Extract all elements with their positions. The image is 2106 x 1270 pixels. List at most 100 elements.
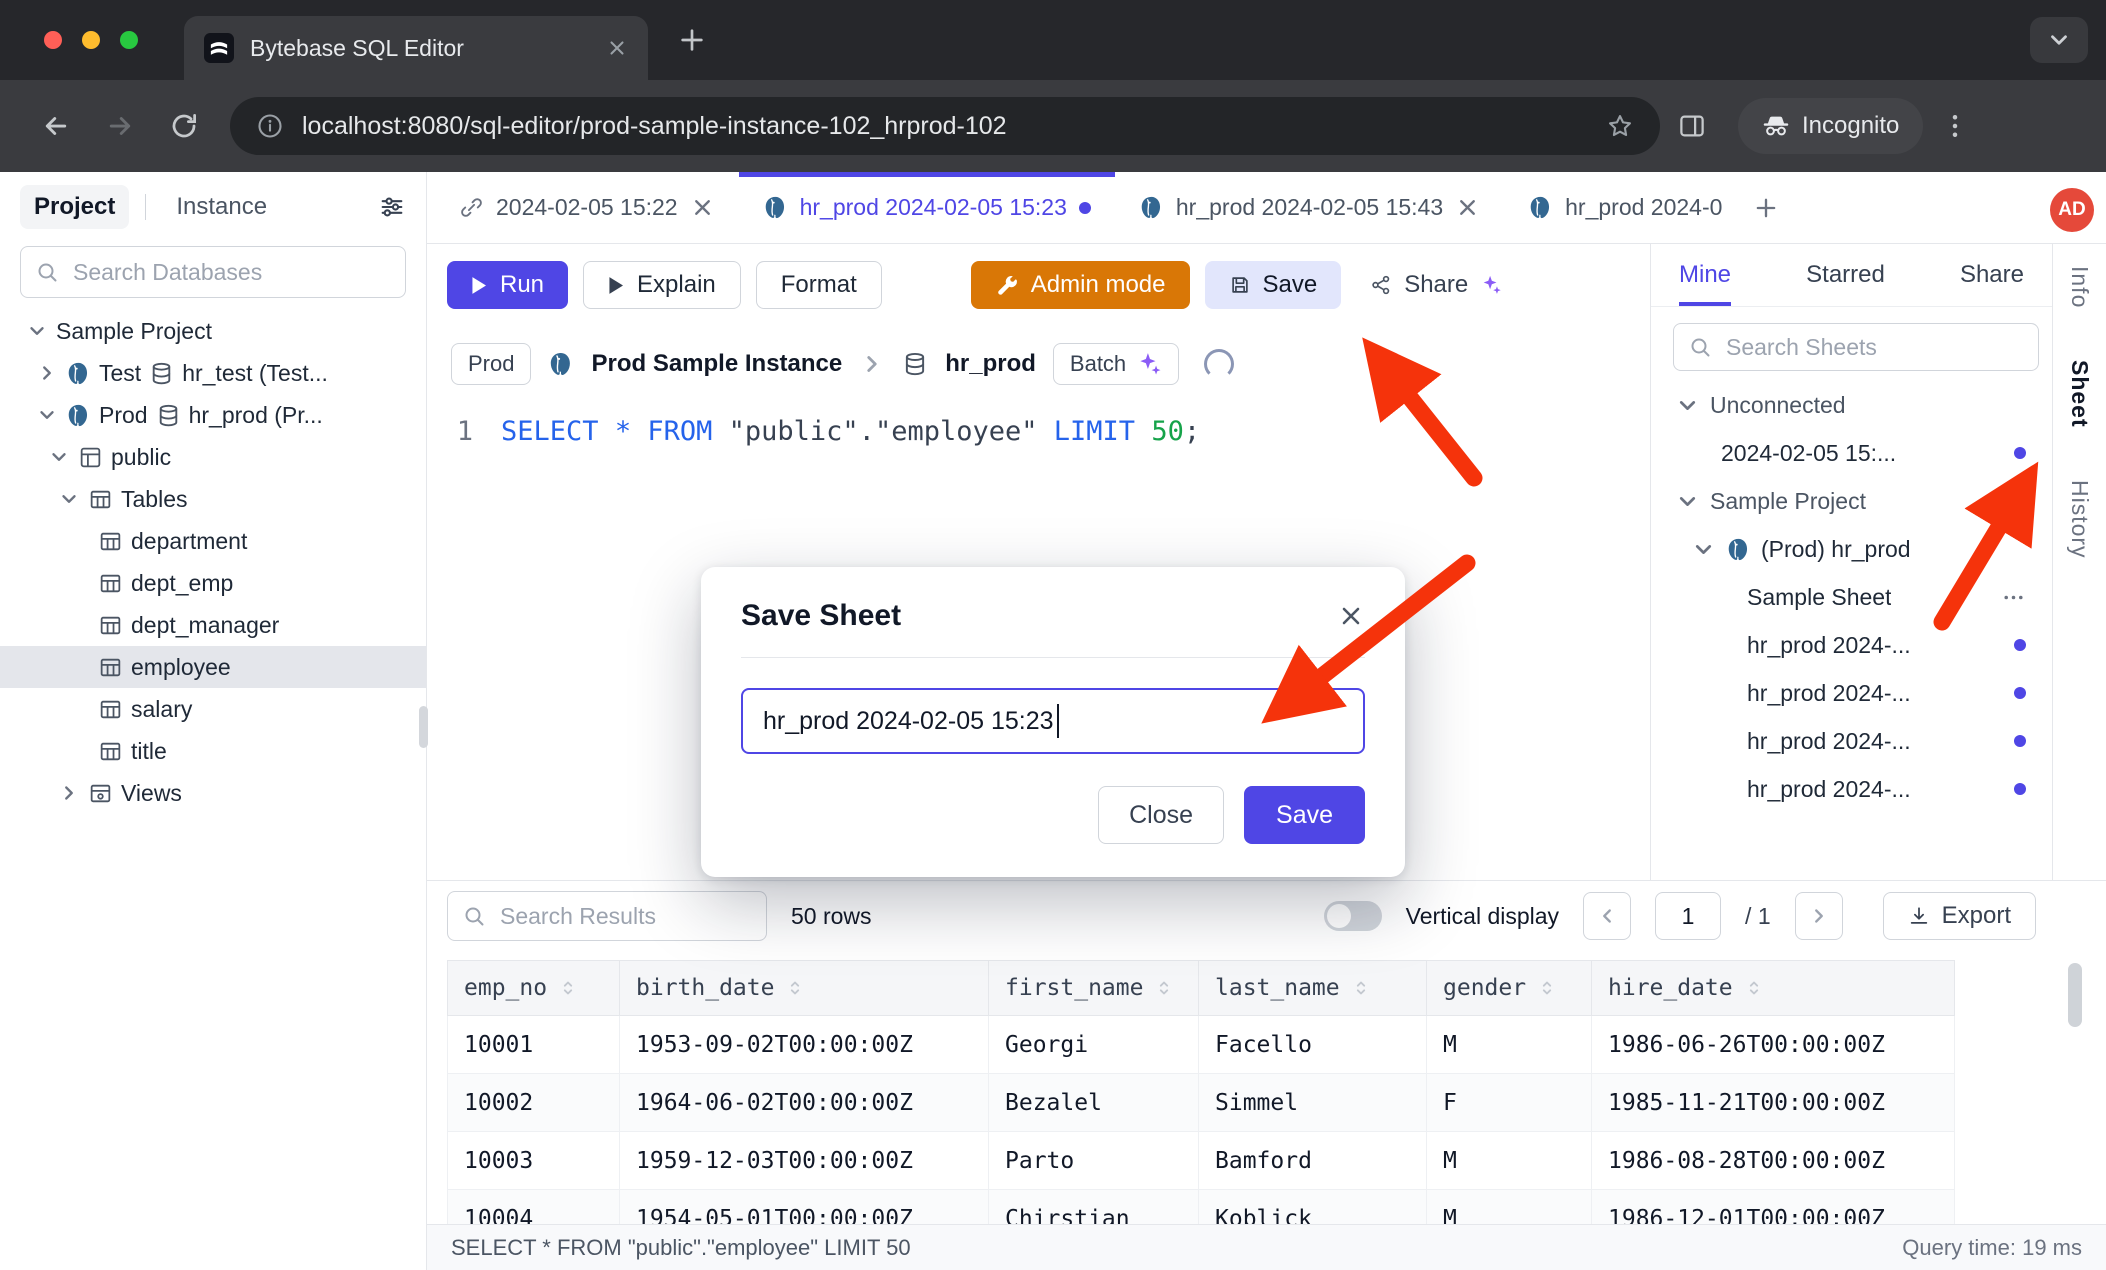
editor-tab[interactable]: hr_prod 2024-02-05 15:23 [739,172,1115,243]
run-button[interactable]: Run [447,261,568,309]
save-button[interactable]: Save [1205,261,1342,309]
sidebar-resize-handle[interactable] [419,706,428,748]
prev-page-button[interactable] [1583,892,1631,940]
maximize-window-button[interactable] [120,31,138,49]
new-sheet-button[interactable] [1752,194,1780,222]
sort-icon[interactable] [557,977,579,999]
close-dialog-icon[interactable] [1337,602,1365,630]
database-search-input[interactable] [71,258,391,287]
sheet-item-hr_prod 2024-...[interactable]: hr_prod 2024-... [1651,621,2052,669]
chevron-right-icon[interactable] [58,782,80,804]
editor-tab[interactable]: 2024-02-05 15:22 [435,172,739,243]
chevron-down-icon[interactable] [1675,393,1700,418]
close-tab-icon[interactable] [690,195,715,220]
sheet-search-input[interactable] [1724,333,2024,362]
reload-button[interactable] [169,111,199,141]
side-tab-Info[interactable]: Info [2066,266,2093,308]
column-header-last_name[interactable]: last_name [1199,961,1427,1015]
tab-search-button[interactable] [2030,17,2088,63]
column-header-gender[interactable]: gender [1427,961,1592,1015]
address-bar[interactable]: localhost:8080/sql-editor/prod-sample-in… [230,97,1660,155]
sheet-tab-Share[interactable]: Share [1960,244,2024,306]
export-button[interactable]: Export [1883,892,2036,940]
sort-icon[interactable] [1743,977,1765,999]
share-button[interactable]: Share [1356,261,1516,309]
browser-tab[interactable]: Bytebase SQL Editor [184,16,648,80]
vertical-scrollbar[interactable] [2068,963,2082,1027]
tree-item-Prod[interactable]: Prodhr_prod (Pr... [0,394,426,436]
sort-icon[interactable] [784,977,806,999]
side-tab-History[interactable]: History [2066,480,2093,559]
chevron-down-icon[interactable] [58,488,80,510]
column-header-emp_no[interactable]: emp_no [448,961,620,1015]
chevron-down-icon[interactable] [48,446,70,468]
sheet-tab-Starred[interactable]: Starred [1806,244,1885,306]
chevron-down-icon[interactable] [1675,489,1700,514]
close-tab-icon[interactable] [1455,195,1480,220]
results-search-input[interactable] [498,902,752,931]
side-panel-icon[interactable] [1677,111,1707,141]
table-row[interactable]: 100031959-12-03T00:00:00ZPartoBamfordM19… [448,1132,1955,1190]
column-header-first_name[interactable]: first_name [989,961,1199,1015]
sheet-item-hr_prod 2024-...[interactable]: hr_prod 2024-... [1651,717,2052,765]
next-page-button[interactable] [1795,892,1843,940]
new-tab-button[interactable] [676,24,708,56]
dialog-close-button[interactable]: Close [1098,786,1224,844]
explain-button[interactable]: Explain [583,261,741,309]
results-search[interactable] [447,891,767,941]
dialog-save-button[interactable]: Save [1244,786,1365,844]
chevron-right-icon[interactable] [36,362,58,384]
sheet-search[interactable] [1673,323,2039,371]
sort-icon[interactable] [1153,977,1175,999]
instance-name[interactable]: Prod Sample Instance [591,350,842,378]
chevron-down-icon[interactable] [26,320,48,342]
environment-chip[interactable]: Prod [451,343,531,385]
tab-project[interactable]: Project [20,185,129,229]
bookmark-star-icon[interactable] [1606,112,1634,140]
sheet-item-Sample Project[interactable]: Sample Project [1651,477,2052,525]
page-number-input[interactable] [1655,892,1721,940]
column-header-hire_date[interactable]: hire_date [1592,961,1955,1015]
table-row[interactable]: 100021964-06-02T00:00:00ZBezalelSimmelF1… [448,1074,1955,1132]
close-window-button[interactable] [44,31,62,49]
table-row[interactable]: 100041954-05-01T00:00:00ZChirstianKoblic… [448,1190,1955,1228]
tree-item-dept_manager[interactable]: dept_manager [0,604,426,646]
tree-item-title[interactable]: title [0,730,426,772]
sheet-item-Unconnected[interactable]: Unconnected [1651,381,2052,429]
forward-button[interactable] [105,111,135,141]
close-tab-icon[interactable] [606,37,628,59]
sort-icon[interactable] [1350,977,1372,999]
sheet-item-(Prod) hr_prod[interactable]: (Prod) hr_prod [1651,525,2052,573]
tree-item-employee[interactable]: employee [0,646,426,688]
database-name[interactable]: hr_prod [945,350,1036,378]
sheet-item-2024-02-05 15:...[interactable]: 2024-02-05 15:... [1651,429,2052,477]
editor-tab[interactable]: hr_prod 2024-0 [1504,172,1746,243]
table-row[interactable]: 100011953-09-02T00:00:00ZGeorgiFacelloM1… [448,1016,1955,1074]
column-header-birth_date[interactable]: birth_date [620,961,989,1015]
chevron-down-icon[interactable] [1691,537,1716,562]
filter-icon[interactable] [378,193,406,221]
sheet-item-Sample Sheet[interactable]: Sample Sheet [1651,573,2052,621]
more-icon[interactable] [2001,585,2026,610]
chevron-down-icon[interactable] [36,404,58,426]
tree-item-Tables[interactable]: Tables [0,478,426,520]
tab-instance[interactable]: Instance [162,185,281,229]
tree-item-Views[interactable]: Views [0,772,426,814]
site-info-icon[interactable] [256,112,284,140]
minimize-window-button[interactable] [82,31,100,49]
admin-mode-button[interactable]: Admin mode [971,261,1190,309]
back-button[interactable] [41,111,71,141]
database-search[interactable] [20,246,406,298]
tree-item-Sample Project[interactable]: Sample Project [0,310,426,352]
side-tab-Sheet[interactable]: Sheet [2066,360,2093,428]
refresh-icon[interactable] [1204,349,1234,379]
editor-tab[interactable]: hr_prod 2024-02-05 15:43 [1115,172,1504,243]
browser-menu-icon[interactable] [1940,111,1970,141]
sheet-item-hr_prod 2024-...[interactable]: hr_prod 2024-... [1651,669,2052,717]
vertical-display-toggle[interactable] [1324,901,1382,931]
tree-item-Test[interactable]: Testhr_test (Test... [0,352,426,394]
sort-icon[interactable] [1536,977,1558,999]
tree-item-department[interactable]: department [0,520,426,562]
format-button[interactable]: Format [756,261,882,309]
sheet-name-input[interactable]: hr_prod 2024-02-05 15:23 [741,688,1365,754]
